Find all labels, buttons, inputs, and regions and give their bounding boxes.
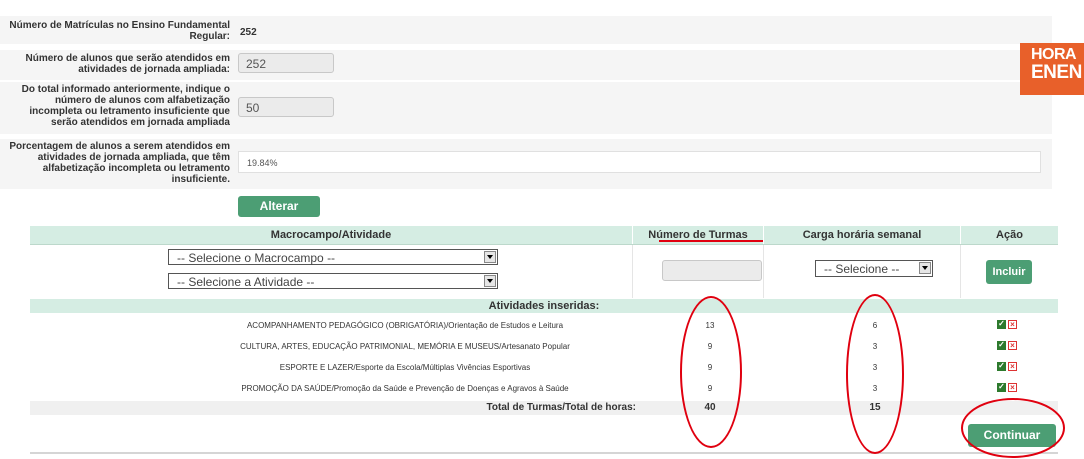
porcentagem-label: Porcentagem de alunos a serem atendidos … bbox=[9, 141, 230, 185]
macrocampo-select-value: -- Selecione o Macrocampo -- bbox=[177, 251, 336, 265]
alunos-label: Número de alunos que serão atendidos em … bbox=[25, 53, 231, 75]
chevron-down-icon bbox=[484, 251, 496, 263]
alunos-row: Número de alunos que serão atendidos em … bbox=[0, 50, 1052, 80]
logo-line1: HORA bbox=[1031, 46, 1077, 63]
delete-x-icon[interactable]: × bbox=[1008, 341, 1017, 350]
horas-annotation-oval bbox=[846, 294, 904, 454]
alunos-input[interactable]: 252 bbox=[238, 53, 334, 73]
column-divider bbox=[960, 245, 961, 298]
total-row: Total de Turmas/Total de horas: 40 15 bbox=[30, 401, 1058, 415]
table-bottom-border bbox=[30, 452, 1058, 454]
logo-line2: ENEN bbox=[1031, 62, 1082, 83]
carga-select[interactable]: -- Selecione -- bbox=[815, 260, 933, 277]
header-acao: Ação bbox=[996, 229, 1023, 241]
edit-check-icon[interactable]: ✓ bbox=[997, 320, 1006, 329]
column-divider bbox=[763, 245, 764, 298]
carga-select-value: -- Selecione -- bbox=[824, 262, 900, 276]
row-atividade: ESPORTE E LAZER/Esporte da Escola/Múltip… bbox=[279, 363, 531, 372]
chevron-down-icon bbox=[484, 275, 496, 287]
turmas-underline-annotation bbox=[659, 240, 763, 242]
table-row: CULTURA, ARTES, EDUCAÇÃO PATRIMONIAL, ME… bbox=[30, 336, 1058, 357]
column-divider bbox=[632, 245, 633, 298]
header-carga: Carga horária semanal bbox=[764, 226, 961, 244]
atividade-select[interactable]: -- Selecione a Atividade -- bbox=[168, 273, 498, 289]
atividade-select-value: -- Selecione a Atividade -- bbox=[177, 275, 315, 289]
alfabetizacao-row: Do total informado anteriormente, indiqu… bbox=[0, 82, 1052, 134]
turmas-annotation-oval bbox=[680, 296, 742, 448]
chevron-down-icon bbox=[919, 262, 931, 274]
row-atividade: CULTURA, ARTES, EDUCAÇÃO PATRIMONIAL, ME… bbox=[240, 342, 570, 351]
alterar-button[interactable]: Alterar bbox=[238, 196, 320, 217]
table-row: ACOMPANHAMENTO PEDAGÓGICO (OBRIGATÓRIA)/… bbox=[30, 315, 1058, 336]
macrocampo-select[interactable]: -- Selecione o Macrocampo -- bbox=[168, 249, 498, 265]
continuar-annotation-oval bbox=[961, 398, 1065, 458]
matriculas-row: Número de Matrículas no Ensino Fundament… bbox=[0, 16, 1052, 44]
alfabetizacao-label: Do total informado anteriormente, indiqu… bbox=[21, 84, 230, 128]
porcentagem-row: Porcentagem de alunos a serem atendidos … bbox=[0, 139, 1052, 189]
porcentagem-value: 19.84% bbox=[238, 151, 1041, 173]
row-atividade: PROMOÇÃO DA SAÚDE/Promoção da Saúde e Pr… bbox=[241, 384, 569, 393]
total-label: Total de Turmas/Total de horas: bbox=[486, 402, 636, 413]
hora-enem-logo: HORA ENEN bbox=[1020, 43, 1084, 95]
alfabetizacao-input[interactable]: 50 bbox=[238, 97, 334, 117]
delete-x-icon[interactable]: × bbox=[1008, 320, 1017, 329]
matriculas-value: 252 bbox=[240, 27, 257, 38]
delete-x-icon[interactable]: × bbox=[1008, 362, 1017, 371]
matriculas-label: Número de Matrículas no Ensino Fundament… bbox=[9, 20, 230, 42]
row-atividade: ACOMPANHAMENTO PEDAGÓGICO (OBRIGATÓRIA)/… bbox=[246, 321, 564, 330]
edit-check-icon[interactable]: ✓ bbox=[997, 362, 1006, 371]
incluir-button[interactable]: Incluir bbox=[986, 260, 1032, 284]
header-macrocampo: Macrocampo/Atividade bbox=[30, 226, 633, 244]
delete-x-icon[interactable]: × bbox=[1008, 383, 1017, 392]
edit-check-icon[interactable]: ✓ bbox=[997, 383, 1006, 392]
atividades-inseridas-header: Atividades inseridas: bbox=[30, 299, 1058, 313]
table-header: Macrocampo/Atividade Número de Turmas Ca… bbox=[30, 226, 1058, 245]
turmas-input[interactable] bbox=[662, 260, 762, 281]
edit-check-icon[interactable]: ✓ bbox=[997, 341, 1006, 350]
